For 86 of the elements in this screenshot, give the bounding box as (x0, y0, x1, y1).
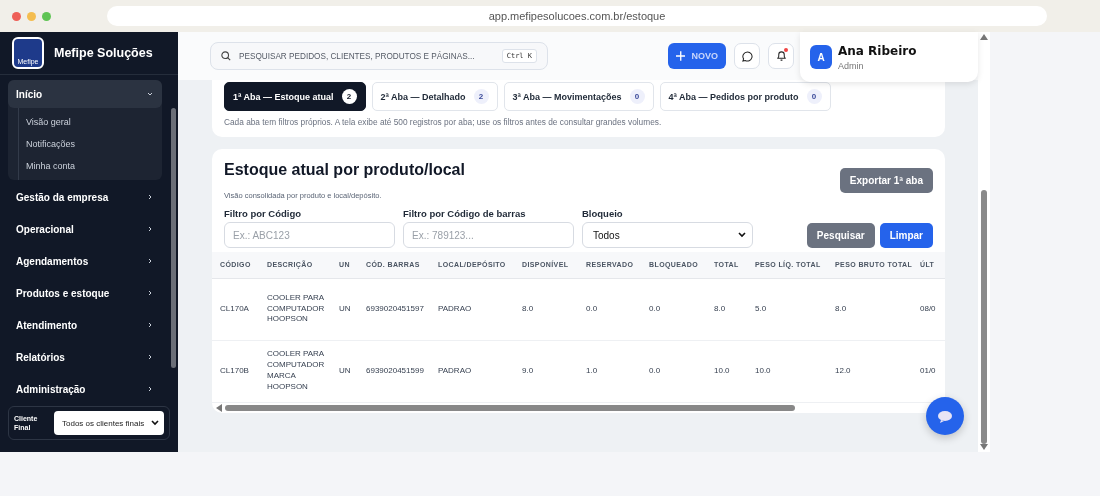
count-badge: 2 (473, 89, 489, 104)
filter-input[interactable]: Ex.: 789123... (403, 222, 574, 248)
filter-label: Filtro por Código (224, 208, 303, 219)
table-cell: 10.0 (747, 340, 827, 402)
search-icon (221, 51, 231, 61)
brand-name: Mefipe Soluções (54, 46, 153, 60)
bell-icon (775, 50, 787, 62)
nav-item[interactable]: Administração (8, 374, 162, 404)
filter-label: Bloqueio (582, 208, 624, 219)
chevron-down-icon (738, 232, 746, 238)
nav-subitem[interactable]: Minha conta (19, 155, 162, 177)
table-cell: COOLER PARA COMPUTADOR MARCA HOOPSON (259, 340, 331, 402)
search-button[interactable]: Pesquisar (806, 223, 875, 248)
address-bar[interactable]: app.mefipesolucoes.com.br/estoque (107, 6, 1047, 26)
table-cell: 0.0 (641, 278, 706, 340)
nav-item[interactable]: Gestão da empresa (8, 182, 162, 212)
table-cell: 8.0 (514, 278, 578, 340)
chevron-right-icon (146, 321, 154, 329)
table-cell: 08/0 (912, 278, 945, 340)
user-name: Ana Ribeiro (838, 43, 917, 58)
table-cell: PADRAO (430, 340, 514, 402)
table-cell: 10.0 (706, 340, 747, 402)
tab[interactable]: 4ª Aba — Pedidos por produto 0 (659, 82, 831, 111)
table-cell: 5.0 (747, 278, 827, 340)
table-cell: 0.0 (578, 278, 641, 340)
table-cell: COOLER PARA COMPUTADOR HOOPSON (259, 278, 331, 340)
export-button[interactable]: Exportar 1ª aba (839, 168, 933, 193)
new-button[interactable]: NOVO (668, 43, 726, 69)
nav-item[interactable]: Agendamentos (8, 246, 162, 276)
chevron-right-icon (146, 289, 154, 297)
client-select[interactable]: Todos os clientes finais (54, 411, 164, 435)
table-cell: 1.0 (578, 340, 641, 402)
tab[interactable]: 1ª Aba — Estoque atual 2 (224, 82, 366, 111)
chat-bubble-icon (741, 50, 753, 62)
table-cell: 8.0 (827, 278, 912, 340)
tab[interactable]: 2ª Aba — Detalhado 2 (371, 82, 498, 111)
table-cell: 6939020451599 (358, 340, 430, 402)
chevron-right-icon (146, 257, 154, 265)
chevron-right-icon (146, 353, 154, 361)
count-badge: 2 (341, 89, 357, 104)
filter-input[interactable]: Ex.: ABC123 (224, 222, 395, 248)
nav-subitem[interactable]: Visão geral (19, 111, 162, 133)
table-cell: CL170A (212, 278, 259, 340)
nav-subitem[interactable]: Notificações (19, 133, 162, 155)
panel-title: Estoque atual por produto/local (224, 161, 465, 179)
user-role: Admin (838, 60, 865, 71)
close-dot[interactable] (12, 11, 21, 21)
chevron-down-icon (151, 420, 159, 426)
scroll-up-icon[interactable] (980, 34, 988, 40)
filter-label: Filtro por Código de barras (403, 208, 527, 219)
count-badge: 0 (629, 89, 645, 104)
speech-bubble-icon (937, 409, 953, 423)
scroll-down-icon[interactable] (980, 444, 988, 450)
nav-item[interactable]: Relatórios (8, 342, 162, 372)
chat-fab[interactable] (926, 397, 964, 435)
nav-item[interactable]: Atendimento (8, 310, 162, 340)
table-cell: UN (331, 340, 358, 402)
table-cell: 9.0 (514, 340, 578, 402)
table-cell: 6939020451597 (358, 278, 430, 340)
table-cell: PADRAO (430, 278, 514, 340)
minimize-dot[interactable] (27, 11, 36, 21)
notifications-button[interactable] (768, 43, 794, 69)
tabs-note: Cada aba tem filtros próprios. A tela exibe até 500 registros por aba; use os filtros antes de consultar grandes volumes. (224, 117, 663, 127)
chevron-down-icon (146, 90, 154, 98)
clear-button[interactable]: Limpar (879, 223, 933, 248)
filter-select[interactable]: Todos (582, 222, 753, 248)
chat-button[interactable] (734, 43, 760, 69)
table-cell: UN (331, 278, 358, 340)
table-cell: 8.0 (706, 278, 747, 340)
chevron-right-icon (146, 385, 154, 393)
maximize-dot[interactable] (42, 11, 51, 21)
user-avatar: A (810, 45, 832, 69)
nav-item[interactable]: Operacional (8, 214, 162, 244)
user-card[interactable]: A Ana Ribeiro Admin (800, 32, 978, 82)
tab[interactable]: 3ª Aba — Movimentações 0 (503, 82, 654, 111)
nav-item[interactable]: Produtos e estoque (8, 278, 162, 308)
count-badge: 0 (806, 89, 822, 104)
table-cell: 0.0 (641, 340, 706, 402)
scroll-left-icon[interactable] (216, 403, 222, 412)
page-scrollbar[interactable] (978, 32, 990, 452)
table-cell: CL170B (212, 340, 259, 402)
plus-icon (676, 51, 686, 61)
chevron-right-icon (146, 193, 154, 201)
nav-item[interactable]: Início (8, 80, 162, 108)
table-cell: 12.0 (827, 340, 912, 402)
chevron-right-icon (146, 225, 154, 233)
